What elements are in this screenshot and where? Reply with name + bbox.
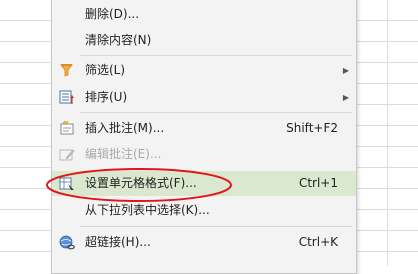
menu-item-label: 超链接(H)... <box>85 235 151 249</box>
menu-separator <box>80 226 352 227</box>
menu-item-shortcut: Shift+F2 <box>286 121 338 135</box>
menu-separator <box>80 112 352 113</box>
menu-item-insert-comment[interactable]: 插入批注(M)... Shift+F2 <box>52 116 356 141</box>
menu-item-label: 设置单元格格式(F)... <box>85 176 197 190</box>
menu-item-edit-comment[interactable]: 编辑批注(E)... <box>52 142 356 167</box>
menu-item-label: 删除(D)... <box>85 7 140 21</box>
menu-item-label: 编辑批注(E)... <box>85 147 162 161</box>
menu-item-label: 从下拉列表中选择(K)... <box>85 203 210 217</box>
hyperlink-icon <box>58 234 76 251</box>
menu-item-hyperlink[interactable]: 超链接(H)... Ctrl+K <box>52 230 356 255</box>
menu-item-sort[interactable]: 排序(U) ▶ <box>52 85 356 110</box>
sort-icon <box>58 89 76 106</box>
menu-item-format-cells[interactable]: 设置单元格格式(F)... Ctrl+1 <box>52 171 356 196</box>
menu-item-pick-from-list[interactable]: 从下拉列表中选择(K)... <box>52 198 356 223</box>
edit-comment-icon <box>58 146 76 163</box>
context-menu: 删除(D)... 清除内容(N) 筛选(L) ▶ 排序(U) ▶ 插入批注(M)… <box>51 0 357 274</box>
menu-item-shortcut: Ctrl+1 <box>298 176 338 190</box>
filter-icon <box>58 62 76 79</box>
submenu-arrow-icon: ▶ <box>342 66 349 75</box>
format-cells-icon <box>58 175 76 192</box>
menu-item-clear-contents[interactable]: 清除内容(N) <box>52 28 356 53</box>
menu-item-label: 排序(U) <box>85 90 128 104</box>
menu-item-delete[interactable]: 删除(D)... <box>52 2 356 27</box>
menu-item-label: 清除内容(N) <box>85 33 152 47</box>
menu-item-label: 插入批注(M)... <box>85 121 165 135</box>
insert-comment-icon <box>58 120 76 137</box>
menu-item-filter[interactable]: 筛选(L) ▶ <box>52 58 356 83</box>
menu-item-shortcut: Ctrl+K <box>298 235 338 249</box>
submenu-arrow-icon: ▶ <box>342 93 349 102</box>
menu-item-label: 筛选(L) <box>85 63 126 77</box>
menu-separator <box>80 55 352 56</box>
